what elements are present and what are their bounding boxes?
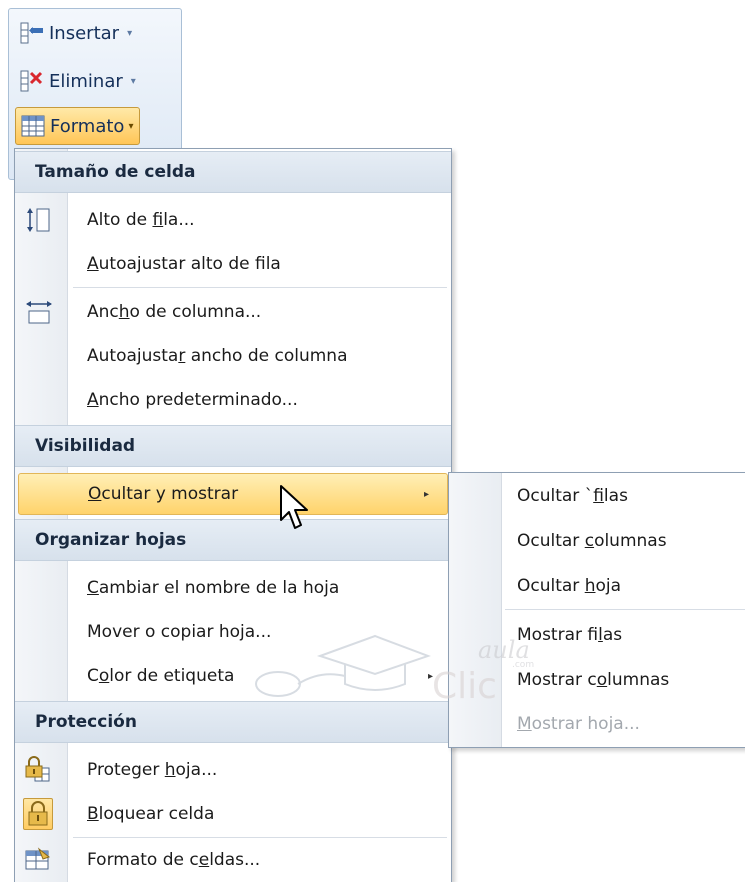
section-header-protection: Protección [15,701,451,743]
protect-sheet-icon [23,755,53,785]
menu-item-protect-sheet[interactable]: Proteger hoja... [15,749,451,791]
submenu-item-show-sheet: Mostrar hoja... [449,701,745,747]
section-header-organize-sheets: Organizar hojas [15,519,451,561]
menu-item-move-copy-sheet[interactable]: Mover o copiar hoja... [15,611,451,653]
submenu-item-hide-sheet[interactable]: Ocultar hoja [449,563,745,609]
delete-button[interactable]: Eliminar ▾ [19,63,136,99]
row-height-icon [23,205,53,235]
menu-item-default-width[interactable]: Ancho predeterminado... [15,379,451,421]
menu-item-label: Ocultar y mostrar [88,484,239,504]
lock-cell-icon [23,798,53,830]
insert-dropdown-arrow-icon[interactable]: ▾ [127,28,132,39]
menu-item-tab-color[interactable]: Color de etiqueta ▸ [15,655,451,697]
format-dropdown-arrow-icon[interactable]: ▾ [128,121,133,132]
menu-item-row-height[interactable]: Alto de fila... [15,199,451,241]
menu-item-hide-and-show[interactable]: Ocultar y mostrar ▸ [18,473,448,515]
submenu-arrow-icon: ▸ [423,488,429,500]
submenu-item-label: Ocultar hoja [517,576,622,596]
submenu-item-show-columns[interactable]: Mostrar columnas [449,657,745,703]
menu-item-lock-cell[interactable]: Bloquear celda [15,793,451,835]
insert-cells-icon [19,20,45,46]
menu-separator [73,287,447,288]
format-button[interactable]: Formato ▾ [15,107,141,145]
menu-item-label: Ancho de columna... [87,302,262,322]
menu-item-label: Cambiar el nombre de la hoja [87,578,340,598]
submenu-item-show-rows[interactable]: Mostrar filas [449,612,745,658]
menu-separator [73,837,447,838]
menu-item-label: Formato de celdas... [87,850,261,870]
submenu-item-label: Mostrar hoja... [517,714,640,734]
section-header-cell-size: Tamaño de celda [15,151,451,193]
menu-item-label: Alto de fila... [87,210,195,230]
submenu-item-hide-columns[interactable]: Ocultar columnas [449,518,745,564]
menu-item-label: Mover o copiar hoja... [87,622,272,642]
format-cells-dialog-icon [23,845,53,875]
menu-item-label: Proteger hoja... [87,760,218,780]
menu-item-rename-sheet[interactable]: Cambiar el nombre de la hoja [15,567,451,609]
submenu-item-label: Mostrar columnas [517,670,670,690]
delete-label: Eliminar [49,70,123,92]
menu-item-format-cells[interactable]: Formato de celdas... [15,839,451,881]
submenu-item-label: Ocultar `filas [517,486,628,506]
menu-item-autofit-column-width[interactable]: Autoajustar ancho de columna [15,335,451,377]
submenu-item-hide-rows[interactable]: Ocultar `filas [449,473,745,519]
menu-item-label: Autoajustar ancho de columna [87,346,348,366]
format-label: Formato [50,115,125,137]
insert-label: Insertar [49,22,120,44]
menu-item-label: Color de etiqueta [87,666,235,686]
delete-cells-icon [19,68,45,94]
format-cells-icon [20,113,46,139]
delete-dropdown-arrow-icon[interactable]: ▾ [131,76,136,87]
format-dropdown-menu: Tamaño de celda Alto de fila... Autoajus… [14,148,452,882]
section-header-visibility: Visibilidad [15,425,451,467]
mouse-pointer-icon [280,485,308,529]
menu-item-label: Autoajustar alto de fila [87,254,281,274]
insert-button[interactable]: Insertar ▾ [19,15,132,51]
submenu-item-label: Ocultar columnas [517,531,667,551]
submenu-separator [505,609,745,610]
menu-item-column-width[interactable]: Ancho de columna... [15,291,451,333]
menu-item-label: Ancho predeterminado... [87,390,298,410]
menu-item-label: Bloquear celda [87,804,215,824]
submenu-item-label: Mostrar filas [517,625,623,645]
hide-show-submenu: Ocultar `filas Ocultar columnas Ocultar … [448,472,745,748]
menu-item-autofit-row-height[interactable]: Autoajustar alto de fila [15,243,451,285]
column-width-icon [23,297,53,327]
submenu-arrow-icon: ▸ [427,670,433,682]
